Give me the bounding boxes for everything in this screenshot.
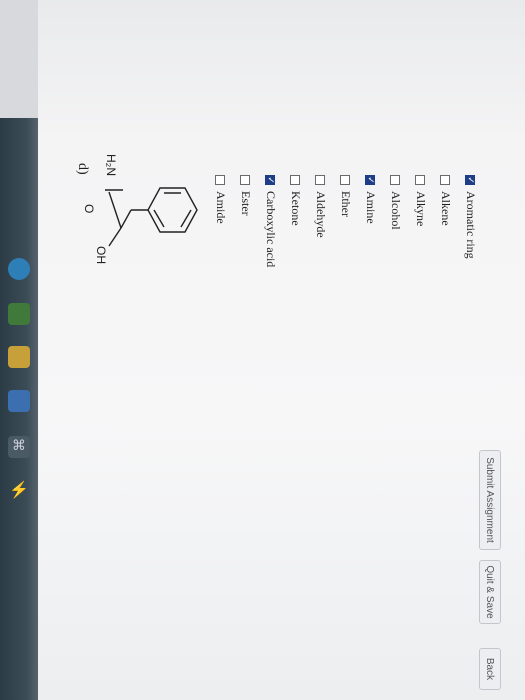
checkbox[interactable]: ✓ <box>465 175 476 185</box>
option-aldehyde[interactable]: Aldehyde <box>308 175 333 267</box>
option-carboxylic-acid[interactable]: ✓ Carboxylic acid <box>258 175 283 267</box>
app-icon[interactable] <box>8 346 30 368</box>
option-label: Alkene <box>439 191 453 226</box>
checkbox[interactable] <box>415 175 426 185</box>
option-ester[interactable]: Ester <box>233 175 258 267</box>
checkbox[interactable] <box>290 175 301 185</box>
checkbox[interactable]: ✓ <box>265 175 276 185</box>
option-ketone[interactable]: Ketone <box>283 175 308 267</box>
hydroxyl-label: OH <box>94 246 108 264</box>
app-icon[interactable] <box>8 303 30 325</box>
checkbox[interactable] <box>340 175 351 185</box>
taskbar: ⌘ ⚡ <box>0 118 38 700</box>
option-alcohol[interactable]: Alcohol <box>383 175 408 267</box>
checkbox[interactable] <box>215 175 226 185</box>
checkbox[interactable] <box>240 175 251 185</box>
app-icon[interactable] <box>8 258 30 280</box>
amine-label: H₂N <box>104 154 118 176</box>
checkbox[interactable] <box>315 175 326 185</box>
app-icon[interactable]: ⚡ <box>8 480 30 502</box>
option-aromatic-ring[interactable]: ✓ Aromatic ring <box>458 175 483 267</box>
phenylalanine-structure: H₂N OH O <box>82 154 198 264</box>
option-ether[interactable]: Ether <box>333 175 358 267</box>
quit-and-save-button[interactable]: Quit & Save <box>479 560 501 624</box>
back-button[interactable]: Back <box>479 648 501 690</box>
option-alkyne[interactable]: Alkyne <box>408 175 433 267</box>
option-label: Ketone <box>289 191 303 226</box>
option-label: Amide <box>214 191 228 224</box>
option-label: Alkyne <box>414 191 428 227</box>
option-label: Alcohol <box>389 191 403 230</box>
option-label: Ether <box>339 191 353 217</box>
assignment-content: d) H₂N OH O ✓ Aromatic ring Alkene Alkyne… <box>38 0 525 700</box>
option-amide[interactable]: Amide <box>208 175 233 267</box>
checkbox[interactable] <box>390 175 401 185</box>
carbonyl-label: O <box>82 204 96 213</box>
option-label: Aromatic ring <box>464 191 478 259</box>
functional-group-options: ✓ Aromatic ring Alkene Alkyne Alcohol ✓ Am… <box>208 175 483 267</box>
submit-assignment-button[interactable]: Submit Assignment <box>479 450 501 550</box>
option-label: Aldehyde <box>314 191 328 238</box>
option-amine[interactable]: ✓ Amine <box>358 175 383 267</box>
option-label: Ester <box>239 191 253 216</box>
option-label: Carboxylic acid <box>264 191 278 268</box>
app-icon[interactable]: ⌘ <box>8 436 30 458</box>
checkbox[interactable] <box>440 175 451 185</box>
option-alkene[interactable]: Alkene <box>433 175 458 267</box>
app-icon[interactable] <box>8 390 30 412</box>
option-label: Amine <box>364 191 378 224</box>
checkbox[interactable]: ✓ <box>365 175 376 185</box>
